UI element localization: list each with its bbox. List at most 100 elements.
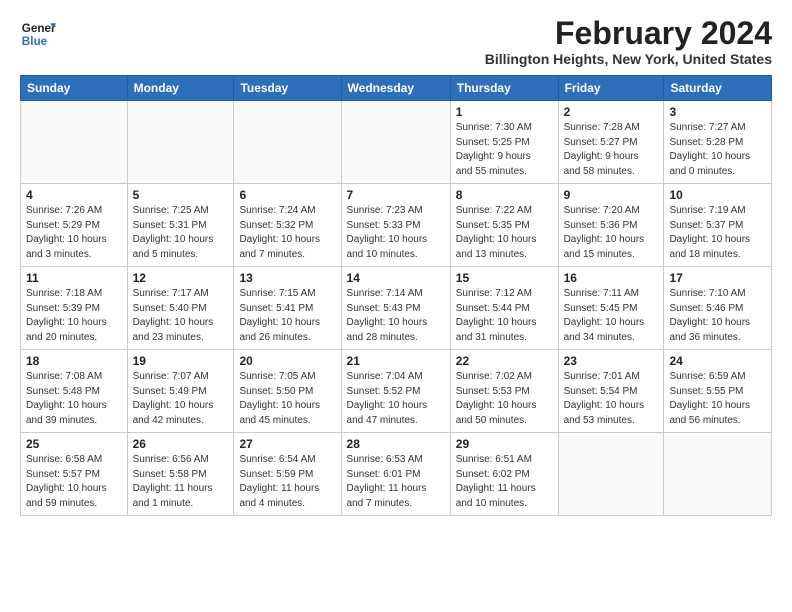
day-info: Sunrise: 7:17 AM Sunset: 5:40 PM Dayligh…: [133, 287, 229, 345]
title-area: February 2024 Billington Heights, New Yo…: [485, 16, 772, 67]
day-info: Sunrise: 7:04 AM Sunset: 5:52 PM Dayligh…: [347, 370, 445, 428]
day-number: 7: [347, 188, 445, 202]
day-number: 12: [133, 271, 229, 285]
weekday-header-thursday: Thursday: [450, 76, 558, 101]
day-number: 27: [239, 437, 335, 451]
calendar-week-row: 11 Sunrise: 7:18 AM Sunset: 5:39 PM Dayli…: [21, 267, 772, 350]
day-number: 24: [669, 354, 766, 368]
calendar-cell: 1 Sunrise: 7:30 AM Sunset: 5:25 PM Daylig…: [450, 101, 558, 184]
calendar-week-row: 4 Sunrise: 7:26 AM Sunset: 5:29 PM Daylig…: [21, 184, 772, 267]
day-number: 17: [669, 271, 766, 285]
day-number: 23: [564, 354, 659, 368]
day-number: 10: [669, 188, 766, 202]
day-info: Sunrise: 7:18 AM Sunset: 5:39 PM Dayligh…: [26, 287, 122, 345]
calendar-cell: 26 Sunrise: 6:56 AM Sunset: 5:58 PM Dayli…: [127, 433, 234, 516]
day-info: Sunrise: 7:27 AM Sunset: 5:28 PM Dayligh…: [669, 121, 766, 179]
day-number: 22: [456, 354, 553, 368]
day-number: 3: [669, 105, 766, 119]
day-number: 9: [564, 188, 659, 202]
day-info: Sunrise: 7:10 AM Sunset: 5:46 PM Dayligh…: [669, 287, 766, 345]
location-title: Billington Heights, New York, United Sta…: [485, 51, 772, 67]
day-number: 6: [239, 188, 335, 202]
calendar-cell: [127, 101, 234, 184]
day-number: 26: [133, 437, 229, 451]
day-info: Sunrise: 7:14 AM Sunset: 5:43 PM Dayligh…: [347, 287, 445, 345]
calendar-week-row: 25Sunrise: 6:58 AM Sunset: 5:57 PM Dayli…: [21, 433, 772, 516]
calendar-cell: [21, 101, 128, 184]
day-info: Sunrise: 7:07 AM Sunset: 5:49 PM Dayligh…: [133, 370, 229, 428]
day-info: Sunrise: 7:24 AM Sunset: 5:32 PM Dayligh…: [239, 204, 335, 262]
day-number: 19: [133, 354, 229, 368]
calendar-cell: 16 Sunrise: 7:11 AM Sunset: 5:45 PM Dayli…: [558, 267, 664, 350]
day-info: Sunrise: 6:53 AM Sunset: 6:01 PM Dayligh…: [347, 453, 445, 511]
calendar-cell: [664, 433, 772, 516]
day-number: 14: [347, 271, 445, 285]
calendar-cell: 23Sunrise: 7:01 AM Sunset: 5:54 PM Dayli…: [558, 350, 664, 433]
calendar-cell: 5Sunrise: 7:25 AM Sunset: 5:31 PM Daylig…: [127, 184, 234, 267]
weekday-header-wednesday: Wednesday: [341, 76, 450, 101]
weekday-header-friday: Friday: [558, 76, 664, 101]
calendar-cell: 24 Sunrise: 6:59 AM Sunset: 5:55 PM Dayli…: [664, 350, 772, 433]
day-info: Sunrise: 7:22 AM Sunset: 5:35 PM Dayligh…: [456, 204, 553, 262]
calendar-cell: 21 Sunrise: 7:04 AM Sunset: 5:52 PM Dayli…: [341, 350, 450, 433]
day-info: Sunrise: 7:02 AM Sunset: 5:53 PM Dayligh…: [456, 370, 553, 428]
calendar-cell: 18 Sunrise: 7:08 AM Sunset: 5:48 PM Dayli…: [21, 350, 128, 433]
day-number: 4: [26, 188, 122, 202]
day-number: 21: [347, 354, 445, 368]
day-info: Sunrise: 7:26 AM Sunset: 5:29 PM Dayligh…: [26, 204, 122, 262]
calendar-cell: 7 Sunrise: 7:23 AM Sunset: 5:33 PM Daylig…: [341, 184, 450, 267]
calendar-table: SundayMondayTuesdayWednesdayThursdayFrid…: [20, 75, 772, 516]
calendar-cell: 6 Sunrise: 7:24 AM Sunset: 5:32 PM Daylig…: [234, 184, 341, 267]
calendar-cell: 29 Sunrise: 6:51 AM Sunset: 6:02 PM Dayli…: [450, 433, 558, 516]
day-info: Sunrise: 7:15 AM Sunset: 5:41 PM Dayligh…: [239, 287, 335, 345]
logo: General Blue: [20, 16, 56, 52]
day-info: Sunrise: 6:56 AM Sunset: 5:58 PM Dayligh…: [133, 453, 229, 511]
day-info: Sunrise: 6:51 AM Sunset: 6:02 PM Dayligh…: [456, 453, 553, 511]
day-info: Sunrise: 7:20 AM Sunset: 5:36 PM Dayligh…: [564, 204, 659, 262]
day-info: Sunrise: 7:25 AM Sunset: 5:31 PM Dayligh…: [133, 204, 229, 262]
day-number: 2: [564, 105, 659, 119]
weekday-header-sunday: Sunday: [21, 76, 128, 101]
calendar-week-row: 1 Sunrise: 7:30 AM Sunset: 5:25 PM Daylig…: [21, 101, 772, 184]
calendar-cell: [341, 101, 450, 184]
day-info: Sunrise: 7:12 AM Sunset: 5:44 PM Dayligh…: [456, 287, 553, 345]
day-info: Sunrise: 7:11 AM Sunset: 5:45 PM Dayligh…: [564, 287, 659, 345]
day-number: 15: [456, 271, 553, 285]
day-info: Sunrise: 6:59 AM Sunset: 5:55 PM Dayligh…: [669, 370, 766, 428]
calendar-cell: [234, 101, 341, 184]
day-number: 18: [26, 354, 122, 368]
calendar-cell: 3 Sunrise: 7:27 AM Sunset: 5:28 PM Daylig…: [664, 101, 772, 184]
day-number: 13: [239, 271, 335, 285]
calendar-cell: 13 Sunrise: 7:15 AM Sunset: 5:41 PM Dayli…: [234, 267, 341, 350]
day-info: Sunrise: 7:08 AM Sunset: 5:48 PM Dayligh…: [26, 370, 122, 428]
day-number: 16: [564, 271, 659, 285]
logo-icon: General Blue: [20, 16, 56, 52]
day-info: Sunrise: 7:28 AM Sunset: 5:27 PM Dayligh…: [564, 121, 659, 179]
day-info: Sunrise: 6:54 AM Sunset: 5:59 PM Dayligh…: [239, 453, 335, 511]
day-number: 11: [26, 271, 122, 285]
calendar-cell: 10 Sunrise: 7:19 AM Sunset: 5:37 PM Dayli…: [664, 184, 772, 267]
calendar-cell: 14 Sunrise: 7:14 AM Sunset: 5:43 PM Dayli…: [341, 267, 450, 350]
day-info: Sunrise: 7:23 AM Sunset: 5:33 PM Dayligh…: [347, 204, 445, 262]
calendar-cell: 8Sunrise: 7:22 AM Sunset: 5:35 PM Daylig…: [450, 184, 558, 267]
calendar-cell: 4 Sunrise: 7:26 AM Sunset: 5:29 PM Daylig…: [21, 184, 128, 267]
day-number: 25: [26, 437, 122, 451]
calendar-cell: 28Sunrise: 6:53 AM Sunset: 6:01 PM Dayli…: [341, 433, 450, 516]
calendar-cell: 2 Sunrise: 7:28 AM Sunset: 5:27 PM Daylig…: [558, 101, 664, 184]
day-info: Sunrise: 7:30 AM Sunset: 5:25 PM Dayligh…: [456, 121, 553, 179]
svg-text:General: General: [22, 22, 56, 35]
calendar-cell: 11 Sunrise: 7:18 AM Sunset: 5:39 PM Dayli…: [21, 267, 128, 350]
weekday-header-monday: Monday: [127, 76, 234, 101]
day-number: 1: [456, 105, 553, 119]
weekday-header-row: SundayMondayTuesdayWednesdayThursdayFrid…: [21, 76, 772, 101]
calendar-cell: 25Sunrise: 6:58 AM Sunset: 5:57 PM Dayli…: [21, 433, 128, 516]
day-number: 20: [239, 354, 335, 368]
calendar-cell: 15 Sunrise: 7:12 AM Sunset: 5:44 PM Dayli…: [450, 267, 558, 350]
calendar-cell: 12 Sunrise: 7:17 AM Sunset: 5:40 PM Dayli…: [127, 267, 234, 350]
calendar-cell: 17 Sunrise: 7:10 AM Sunset: 5:46 PM Dayli…: [664, 267, 772, 350]
calendar-cell: 22 Sunrise: 7:02 AM Sunset: 5:53 PM Dayli…: [450, 350, 558, 433]
calendar-cell: 20Sunrise: 7:05 AM Sunset: 5:50 PM Dayli…: [234, 350, 341, 433]
day-info: Sunrise: 7:19 AM Sunset: 5:37 PM Dayligh…: [669, 204, 766, 262]
day-number: 29: [456, 437, 553, 451]
header: General Blue February 2024 Billington He…: [20, 16, 772, 67]
